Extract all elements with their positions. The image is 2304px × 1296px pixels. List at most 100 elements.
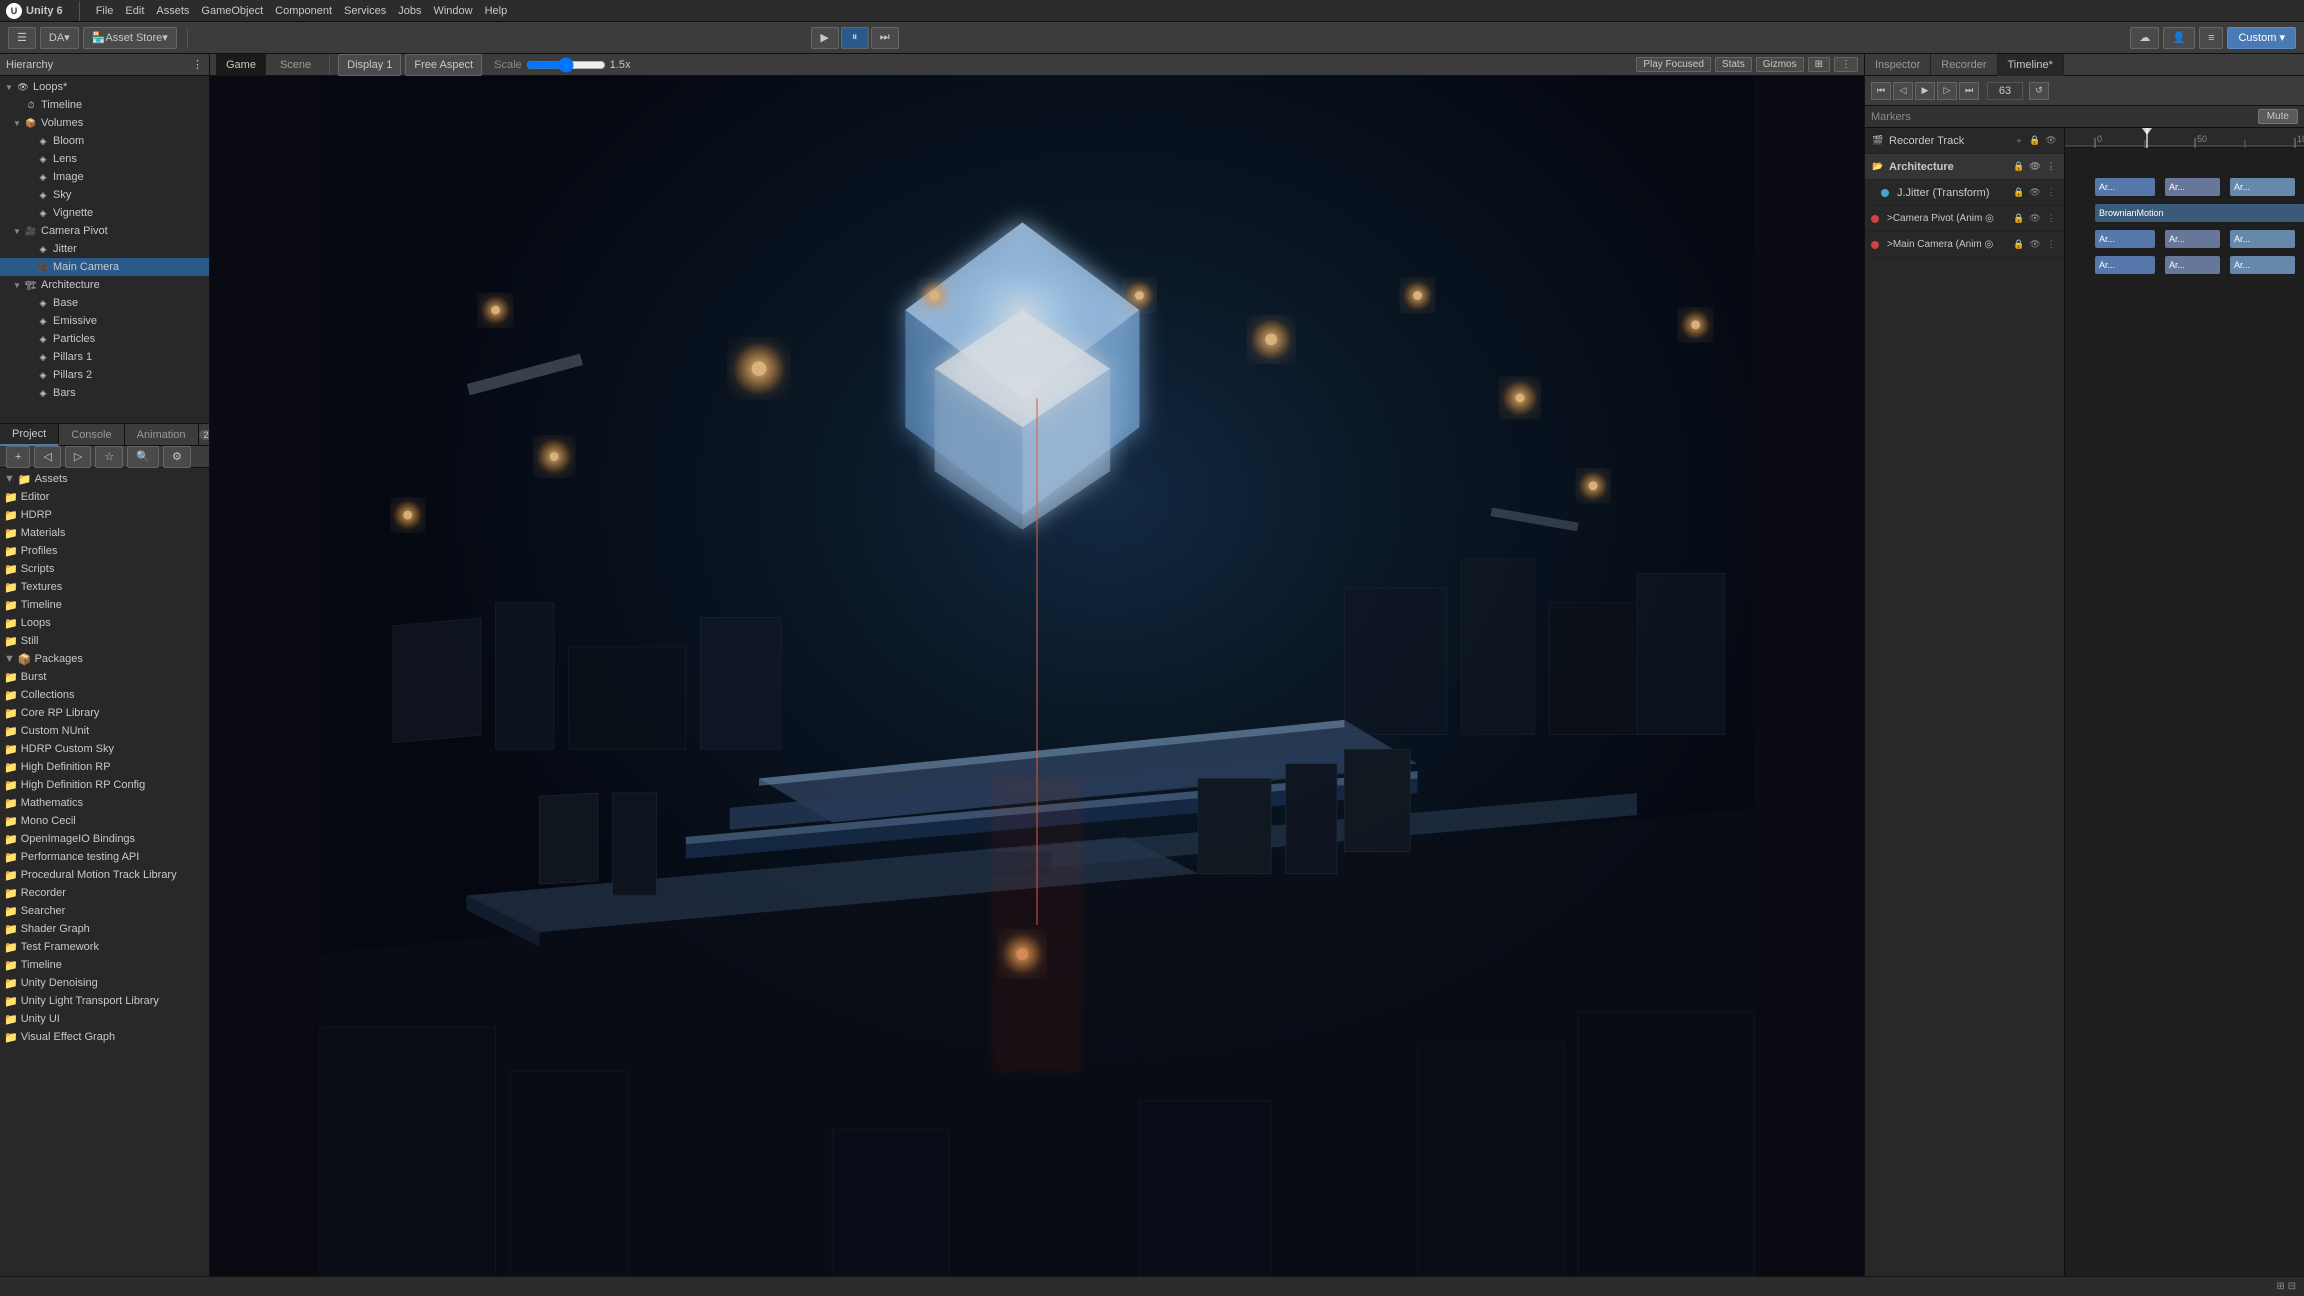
track-maincam-lock[interactable]: 🔒 <box>2012 238 2026 252</box>
hierarchy-item-camera_pivot[interactable]: ▼🎥Camera Pivot <box>0 222 209 240</box>
hierarchy-item-timeline[interactable]: ⏱Timeline <box>0 96 209 114</box>
tab-console[interactable]: Console <box>59 424 124 446</box>
scale-slider[interactable] <box>526 58 606 72</box>
pkg-item-custom-nunit[interactable]: 📁Custom NUnit <box>0 722 209 740</box>
project-packages-folder[interactable]: ▼📦Packages <box>0 650 209 668</box>
menu-assets[interactable]: Assets <box>156 5 189 17</box>
project-assets-folder[interactable]: ▼📁Assets <box>0 470 209 488</box>
da-btn[interactable]: DA ▾ <box>40 27 79 49</box>
bottom-resize-btn[interactable]: ⊞ ⊟ <box>2276 1281 2296 1292</box>
asset-item-profiles[interactable]: 📁Profiles <box>0 542 209 560</box>
tl-next-frame[interactable]: ▷ <box>1937 82 1957 100</box>
arch-clip-2[interactable]: Ar... <box>2165 178 2220 196</box>
tl-prev-frame[interactable]: ◁ <box>1893 82 1913 100</box>
tab-project[interactable]: Project <box>0 424 59 446</box>
pkg-item-mathematics[interactable]: 📁Mathematics <box>0 794 209 812</box>
asset-store-btn[interactable]: 🏪 Asset Store ▾ <box>83 27 177 49</box>
pkg-item-high-definition-rp-config[interactable]: 📁High Definition RP Config <box>0 776 209 794</box>
hierarchy-item-bars[interactable]: ◈Bars <box>0 384 209 402</box>
collab-btn[interactable]: ☁ <box>2130 27 2159 49</box>
step-button[interactable]: ⏭ <box>871 27 899 49</box>
hierarchy-item-base[interactable]: ◈Base <box>0 294 209 312</box>
pkg-item-burst[interactable]: 📁Burst <box>0 668 209 686</box>
proj-fwd-btn[interactable]: ▷ <box>65 446 91 468</box>
track-jitter-opts[interactable]: ⋮ <box>2044 186 2058 200</box>
hierarchy-item-sky[interactable]: ◈Sky <box>0 186 209 204</box>
track-maincam-opts[interactable]: ⋮ <box>2044 238 2058 252</box>
hierarchy-item-pillars2[interactable]: ◈Pillars 2 <box>0 366 209 384</box>
asset-item-textures[interactable]: 📁Textures <box>0 578 209 596</box>
track-add-clip-btn[interactable]: + <box>2012 134 2026 148</box>
track-campivot-opts[interactable]: ⋮ <box>2044 212 2058 226</box>
track-campivot-lock[interactable]: 🔒 <box>2012 212 2026 226</box>
pkg-item-unity-ui[interactable]: 📁Unity UI <box>0 1010 209 1028</box>
pause-button[interactable]: ⏸ <box>841 27 869 49</box>
track-campivot-mute[interactable]: 👁 <box>2028 212 2042 226</box>
hierarchy-item-vignette[interactable]: ◈Vignette <box>0 204 209 222</box>
tab-game[interactable]: Game <box>216 54 266 76</box>
pkg-item-hdrp-custom-sky[interactable]: 📁HDRP Custom Sky <box>0 740 209 758</box>
hierarchy-item-lens[interactable]: ◈Lens <box>0 150 209 168</box>
tl-goto-start[interactable]: ⏮ <box>1871 82 1891 100</box>
tab-inspector[interactable]: Inspector <box>1865 54 1931 76</box>
pkg-item-openimageio-bindings[interactable]: 📁OpenImageIO Bindings <box>0 830 209 848</box>
proj-back-btn[interactable]: ◁ <box>34 446 60 468</box>
menu-help[interactable]: Help <box>485 5 508 17</box>
campivot-clip-3[interactable]: Ar... <box>2230 230 2295 248</box>
stats-btn[interactable]: Stats <box>1715 57 1752 72</box>
view-options-btn[interactable]: ⋮ <box>1834 57 1858 72</box>
pkg-item-visual-effect-graph[interactable]: 📁Visual Effect Graph <box>0 1028 209 1046</box>
menu-jobs[interactable]: Jobs <box>398 5 421 17</box>
asset-item-hdrp[interactable]: 📁HDRP <box>0 506 209 524</box>
asset-item-timeline[interactable]: 📁Timeline <box>0 596 209 614</box>
pkg-item-test-framework[interactable]: 📁Test Framework <box>0 938 209 956</box>
pkg-item-searcher[interactable]: 📁Searcher <box>0 902 209 920</box>
pkg-item-core-rp-library[interactable]: 📁Core RP Library <box>0 704 209 722</box>
proj-add-btn[interactable]: + <box>6 446 30 468</box>
pkg-item-procedural-motion-track-library[interactable]: 📁Procedural Motion Track Library <box>0 866 209 884</box>
account-btn[interactable]: 👤 <box>2163 27 2195 49</box>
arch-clip-3[interactable]: Ar... <box>2230 178 2295 196</box>
hierarchy-item-emissive[interactable]: ◈Emissive <box>0 312 209 330</box>
pkg-item-unity-denoising[interactable]: 📁Unity Denoising <box>0 974 209 992</box>
pkg-item-recorder[interactable]: 📁Recorder <box>0 884 209 902</box>
project-btn[interactable]: ☰ <box>8 27 36 49</box>
hierarchy-item-architecture[interactable]: ▼🏗Architecture <box>0 276 209 294</box>
hierarchy-item-loops[interactable]: ▼👁Loops* <box>0 78 209 96</box>
arch-clip-1[interactable]: Ar... <box>2095 178 2155 196</box>
menu-component[interactable]: Component <box>275 5 332 17</box>
asset-item-loops[interactable]: 📁Loops <box>0 614 209 632</box>
tab-recorder[interactable]: Recorder <box>1931 54 1997 76</box>
pkg-item-unity-light-transport-library[interactable]: 📁Unity Light Transport Library <box>0 992 209 1010</box>
track-arch-mute[interactable]: 👁 <box>2028 160 2042 174</box>
menu-window[interactable]: Window <box>433 5 472 17</box>
hierarchy-item-main_camera[interactable]: 🎥Main Camera <box>0 258 209 276</box>
proj-fav-btn[interactable]: ☆ <box>95 446 123 468</box>
maincam-clip-1[interactable]: Ar... <box>2095 256 2155 274</box>
campivot-clip-1[interactable]: Ar... <box>2095 230 2155 248</box>
asset-item-scripts[interactable]: 📁Scripts <box>0 560 209 578</box>
pkg-item-collections[interactable]: 📁Collections <box>0 686 209 704</box>
timeline-frame-input[interactable]: 63 <box>1987 82 2023 100</box>
pkg-item-timeline[interactable]: 📁Timeline <box>0 956 209 974</box>
track-arch-lock[interactable]: 🔒 <box>2012 160 2026 174</box>
track-mute-btn[interactable]: 👁 <box>2044 134 2058 148</box>
proj-search-btn[interactable]: 🔍 <box>127 446 159 468</box>
hierarchy-item-particles[interactable]: ◈Particles <box>0 330 209 348</box>
hierarchy-item-pillars1[interactable]: ◈Pillars 1 <box>0 348 209 366</box>
layers-btn[interactable]: ≡ <box>2199 27 2223 49</box>
hierarchy-options-btn[interactable]: ⋮ <box>192 58 203 71</box>
pkg-item-shader-graph[interactable]: 📁Shader Graph <box>0 920 209 938</box>
hierarchy-item-jitter[interactable]: ◈Jitter <box>0 240 209 258</box>
menu-services[interactable]: Services <box>344 5 386 17</box>
maximize-btn[interactable]: ⊞ <box>1808 57 1830 72</box>
display-btn[interactable]: Display 1 <box>338 54 401 76</box>
gizmos-btn[interactable]: Gizmos <box>1756 57 1804 72</box>
tab-animation[interactable]: Animation <box>125 424 199 446</box>
aspect-btn[interactable]: Free Aspect <box>405 54 482 76</box>
tab-scene[interactable]: Scene <box>270 54 321 76</box>
campivot-clip-2[interactable]: Ar... <box>2165 230 2220 248</box>
track-lock-btn[interactable]: 🔒 <box>2028 134 2042 148</box>
maincam-clip-3[interactable]: Ar... <box>2230 256 2295 274</box>
mute-button[interactable]: Mute <box>2258 109 2298 124</box>
